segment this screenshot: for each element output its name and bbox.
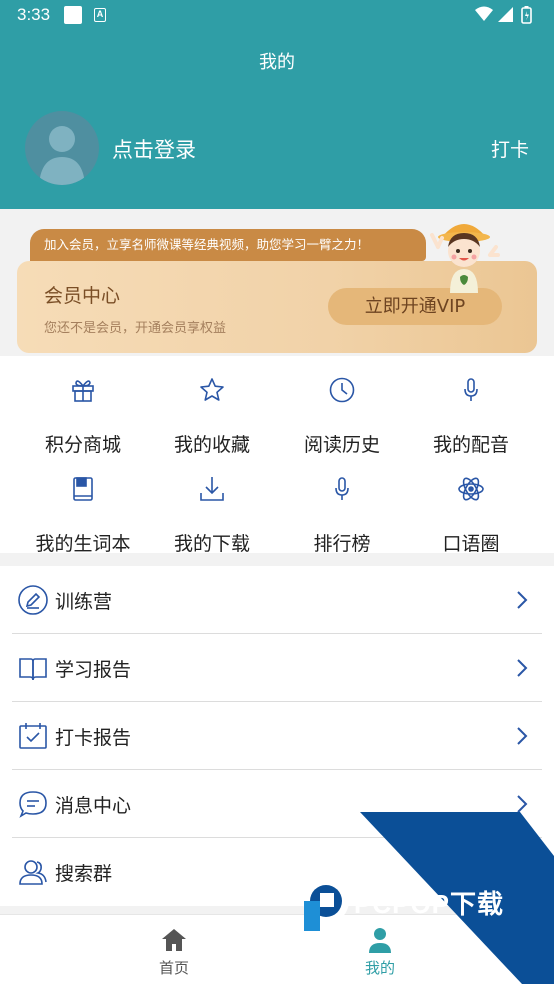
grid-item-my-dubbing[interactable]: 我的配音 bbox=[406, 376, 536, 456]
profile-header: 3:33 A 我的 点击登录 打卡 bbox=[0, 0, 554, 209]
star-icon bbox=[200, 378, 224, 401]
grid-item-leaderboard[interactable]: 排行榜 bbox=[277, 475, 407, 555]
home-icon bbox=[162, 929, 186, 951]
grid-item-points-mall[interactable]: 积分商城 bbox=[18, 376, 148, 456]
people-icon bbox=[19, 860, 47, 885]
avatar[interactable] bbox=[25, 111, 99, 185]
vip-section: 加入会员，立享名师微课等经典视频，助您学习一臂之力！ 会员中心 您还不是会员，开… bbox=[0, 209, 554, 356]
grid-item-speaking-circle[interactable]: 口语圈 bbox=[406, 475, 536, 555]
calendar-check-icon bbox=[19, 723, 47, 749]
list-item-label: 学习报告 bbox=[55, 659, 132, 681]
grid-label: 排行榜 bbox=[313, 533, 371, 555]
gift-icon bbox=[72, 380, 94, 402]
download-icon bbox=[200, 477, 224, 501]
watermark: PCPOP下载 PCPOP Download bbox=[300, 812, 554, 984]
grid-label: 我的收藏 bbox=[173, 434, 250, 456]
list-item-label: 训练营 bbox=[55, 591, 113, 613]
list-item-label: 消息中心 bbox=[55, 795, 132, 817]
vip-subtitle: 您还不是会员，开通会员享权益 bbox=[44, 321, 227, 336]
open-book-icon bbox=[19, 658, 47, 681]
vip-promo-banner: 加入会员，立享名师微课等经典视频，助您学习一臂之力！ bbox=[30, 229, 426, 261]
list-item-checkin-report[interactable]: 打卡报告 bbox=[0, 702, 554, 770]
checkin-button[interactable]: 打卡 bbox=[491, 135, 529, 162]
list-item-training-camp[interactable]: 训练营 bbox=[0, 566, 554, 634]
open-vip-button[interactable]: 立即开通VIP bbox=[328, 288, 502, 325]
grid-label: 我的配音 bbox=[432, 434, 509, 456]
grid-item-favorites[interactable]: 我的收藏 bbox=[147, 376, 277, 456]
login-button[interactable]: 点击登录 bbox=[112, 134, 196, 164]
chevron-right-icon bbox=[517, 659, 528, 677]
chevron-right-icon bbox=[517, 795, 528, 813]
grid-label: 我的生词本 bbox=[35, 533, 131, 555]
grid-item-my-downloads[interactable]: 我的下载 bbox=[147, 475, 277, 555]
grid-label: 积分商城 bbox=[44, 434, 121, 456]
notification-icon bbox=[64, 6, 82, 24]
grid-label: 阅读历史 bbox=[303, 434, 380, 456]
book-icon bbox=[73, 477, 93, 501]
chevron-right-icon bbox=[517, 727, 528, 745]
list-item-label: 搜索群 bbox=[55, 863, 113, 885]
list-item-label: 打卡报告 bbox=[55, 727, 132, 749]
chevron-right-icon bbox=[517, 591, 528, 609]
grid-item-reading-history[interactable]: 阅读历史 bbox=[277, 376, 407, 456]
feature-grid: 积分商城 我的收藏 阅读历史 我的配音 我的生词本 我的下载 排行榜 口语圈 bbox=[0, 356, 554, 555]
mascot-illustration bbox=[430, 224, 500, 293]
grid-item-vocabulary-book[interactable]: 我的生词本 bbox=[18, 475, 148, 555]
wifi-icon bbox=[475, 6, 493, 21]
watermark-subtitle: PCPOP Download bbox=[355, 915, 436, 925]
status-time: 3:33 bbox=[17, 5, 51, 24]
microphone-icon bbox=[464, 378, 478, 401]
tab-home[interactable]: 首页 bbox=[114, 915, 234, 984]
chat-bubble-icon bbox=[19, 791, 47, 818]
atom-icon bbox=[458, 477, 484, 501]
status-bar: 3:33 A bbox=[0, 0, 554, 32]
app-notification-icon: A bbox=[94, 8, 106, 22]
page-title: 我的 bbox=[259, 52, 295, 73]
grid-label: 我的下载 bbox=[173, 533, 250, 555]
clock-icon bbox=[329, 377, 355, 403]
watermark-logo-icon bbox=[303, 878, 349, 931]
grid-label: 口语圈 bbox=[442, 533, 500, 555]
vip-title: 会员中心 bbox=[44, 285, 121, 307]
signal-icon bbox=[498, 7, 513, 22]
microphone-icon bbox=[335, 477, 349, 500]
system-status-icons bbox=[475, 6, 532, 24]
tab-label: 首页 bbox=[158, 959, 189, 977]
pencil-circle-icon bbox=[18, 585, 48, 615]
list-item-study-report[interactable]: 学习报告 bbox=[0, 634, 554, 702]
default-avatar-icon bbox=[39, 126, 85, 185]
